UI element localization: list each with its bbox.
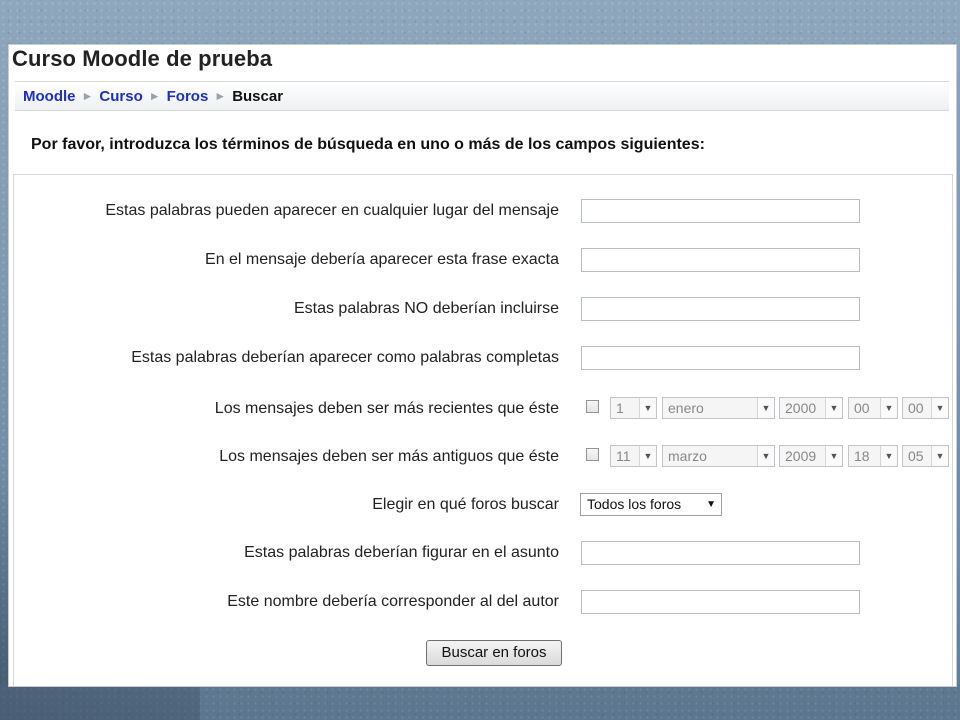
label-exact-phrase: En el mensaje debería aparecer esta fras… xyxy=(205,251,559,268)
forum-select-value: Todos los foros xyxy=(587,496,682,512)
row-exact-phrase: En el mensaje debería aparecer esta fras… xyxy=(14,248,952,276)
label-date-from: Los mensajes deben ser más recientes que… xyxy=(214,400,559,417)
date-to-month-value: marzo xyxy=(668,448,707,464)
row-subject-words: Estas palabras deberían figurar en el as… xyxy=(14,541,952,569)
date-from-minute-value: 00 xyxy=(908,400,924,416)
label-date-to: Los mensajes deben ser más antiguos que … xyxy=(219,448,559,465)
breadcrumb-link-curso[interactable]: Curso xyxy=(99,88,142,105)
exact-phrase-input[interactable] xyxy=(581,248,860,272)
date-from-year-select[interactable]: 2000 ▼ xyxy=(779,397,843,419)
row-author-name: Este nombre debería corresponder al del … xyxy=(14,590,952,618)
date-from-day-select[interactable]: 1 ▼ xyxy=(610,397,657,419)
label-words-anywhere: Estas palabras pueden aparecer en cualqu… xyxy=(105,202,559,219)
breadcrumb-link-moodle[interactable]: Moodle xyxy=(23,88,76,105)
date-from-hour-select[interactable]: 00 ▼ xyxy=(848,397,898,419)
date-from-month-select[interactable]: enero ▼ xyxy=(662,397,775,419)
date-to-year-value: 2009 xyxy=(785,448,817,464)
breadcrumb: Moodle ► Curso ► Foros ► Buscar xyxy=(15,81,949,111)
row-whole-words: Estas palabras deberían aparecer como pa… xyxy=(14,346,952,374)
chevron-down-icon: ▼ xyxy=(931,398,948,418)
search-instructions: Por favor, introduzca los términos de bú… xyxy=(31,136,705,153)
breadcrumb-separator-icon: ► xyxy=(214,89,227,103)
row-words-anywhere: Estas palabras pueden aparecer en cualqu… xyxy=(14,199,952,227)
date-from-hour-value: 00 xyxy=(854,400,870,416)
breadcrumb-separator-icon: ► xyxy=(81,89,94,103)
chevron-down-icon: ▼ xyxy=(757,398,774,418)
breadcrumb-separator-icon: ► xyxy=(148,89,161,103)
chevron-down-icon: ▼ xyxy=(825,398,842,418)
date-to-day-value: 11 xyxy=(616,448,631,464)
row-exclude-words: Estas palabras NO deberían incluirse xyxy=(14,297,952,325)
date-to-day-select[interactable]: 11 ▼ xyxy=(610,445,657,467)
date-to-minute-value: 05 xyxy=(908,448,924,464)
subject-words-input[interactable] xyxy=(581,541,860,565)
exclude-words-input[interactable] xyxy=(581,297,860,321)
date-from-day-value: 1 xyxy=(616,400,624,416)
breadcrumb-link-foros[interactable]: Foros xyxy=(167,88,209,105)
date-to-hour-select[interactable]: 18 ▼ xyxy=(848,445,898,467)
row-date-to: Los mensajes deben ser más antiguos que … xyxy=(14,445,952,473)
chevron-down-icon: ▼ xyxy=(639,398,656,418)
date-to-hour-value: 18 xyxy=(854,448,870,464)
date-from-year-value: 2000 xyxy=(785,400,817,416)
chevron-down-icon: ▼ xyxy=(706,499,716,510)
row-date-from: Los mensajes deben ser más recientes que… xyxy=(14,397,952,425)
chevron-down-icon: ▼ xyxy=(880,398,897,418)
date-from-month-value: enero xyxy=(668,400,704,416)
date-to-minute-select[interactable]: 05 ▼ xyxy=(902,445,949,467)
date-to-month-select[interactable]: marzo ▼ xyxy=(662,445,775,467)
date-from-minute-select[interactable]: 00 ▼ xyxy=(902,397,949,419)
label-subject-words: Estas palabras deberían figurar en el as… xyxy=(244,544,559,561)
label-forum-select: Elegir en qué foros buscar xyxy=(372,496,559,513)
label-whole-words: Estas palabras deberían aparecer como pa… xyxy=(131,349,559,366)
breadcrumb-current: Buscar xyxy=(232,87,284,105)
label-author-name: Este nombre debería corresponder al del … xyxy=(227,593,559,610)
search-forums-button[interactable]: Buscar en foros xyxy=(426,640,562,666)
author-name-input[interactable] xyxy=(581,590,860,614)
moodle-page: Curso Moodle de prueba Moodle ► Curso ► … xyxy=(8,44,957,687)
chevron-down-icon: ▼ xyxy=(825,446,842,466)
date-to-checkbox[interactable] xyxy=(586,448,599,461)
chevron-down-icon: ▼ xyxy=(757,446,774,466)
whole-words-input[interactable] xyxy=(581,346,860,370)
chevron-down-icon: ▼ xyxy=(639,446,656,466)
label-exclude-words: Estas palabras NO deberían incluirse xyxy=(293,300,559,317)
search-form: Estas palabras pueden aparecer en cualqu… xyxy=(13,174,953,686)
course-title: Curso Moodle de prueba xyxy=(12,46,273,71)
row-forum-select: Elegir en qué foros buscar Todos los for… xyxy=(14,493,952,521)
chevron-down-icon: ▼ xyxy=(880,446,897,466)
date-to-year-select[interactable]: 2009 ▼ xyxy=(779,445,843,467)
chevron-down-icon: ▼ xyxy=(931,446,948,466)
words-anywhere-input[interactable] xyxy=(581,199,860,223)
forum-select[interactable]: Todos los foros ▼ xyxy=(580,493,722,516)
background-band xyxy=(0,684,960,720)
date-from-checkbox[interactable] xyxy=(586,400,599,413)
